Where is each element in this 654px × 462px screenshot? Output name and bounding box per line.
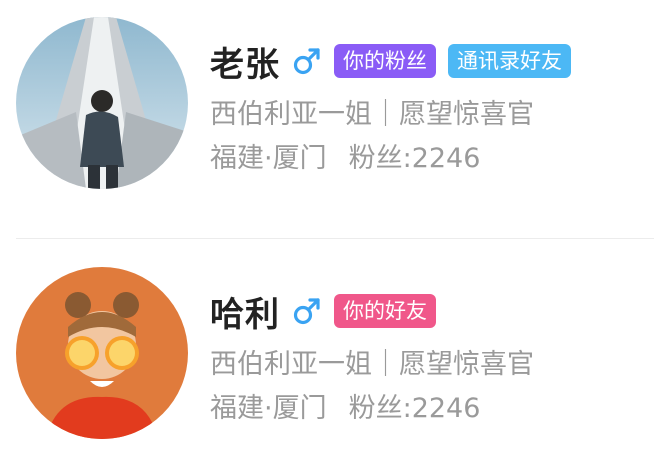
user-meta: 福建·厦门 粉丝:2246 xyxy=(210,136,480,175)
user-card[interactable]: 老张 你的粉丝 通讯录好友 西伯利亚一姐｜愿望惊喜官 福建·厦门 粉丝:2246 xyxy=(0,12,654,239)
divider xyxy=(16,238,654,239)
tag-your-friend: 你的好友 xyxy=(334,294,436,328)
user-card[interactable]: 哈利 你的好友 西伯利亚一姐｜愿望惊喜官 福建·厦门 粉丝:2246 xyxy=(0,262,654,462)
user-bio: 西伯利亚一姐｜愿望惊喜官 xyxy=(210,99,534,130)
avatar[interactable] xyxy=(16,267,188,439)
user-bio: 西伯利亚一姐｜愿望惊喜官 xyxy=(210,349,534,380)
avatar-photo xyxy=(16,267,188,439)
user-name[interactable]: 老张 xyxy=(210,37,280,86)
user-name[interactable]: 哈利 xyxy=(210,287,280,336)
avatar-photo xyxy=(16,17,188,189)
fans-count: 粉丝:2246 xyxy=(348,393,481,424)
tag-your-fan: 你的粉丝 xyxy=(334,44,436,78)
avatar[interactable] xyxy=(16,17,188,189)
male-icon xyxy=(292,46,322,76)
user-location: 福建·厦门 xyxy=(210,143,327,174)
user-meta: 福建·厦门 粉丝:2246 xyxy=(210,386,480,425)
fans-count: 粉丝:2246 xyxy=(348,143,481,174)
tag-contact-friend: 通讯录好友 xyxy=(448,44,571,78)
user-location: 福建·厦门 xyxy=(210,393,327,424)
male-icon xyxy=(292,296,322,326)
